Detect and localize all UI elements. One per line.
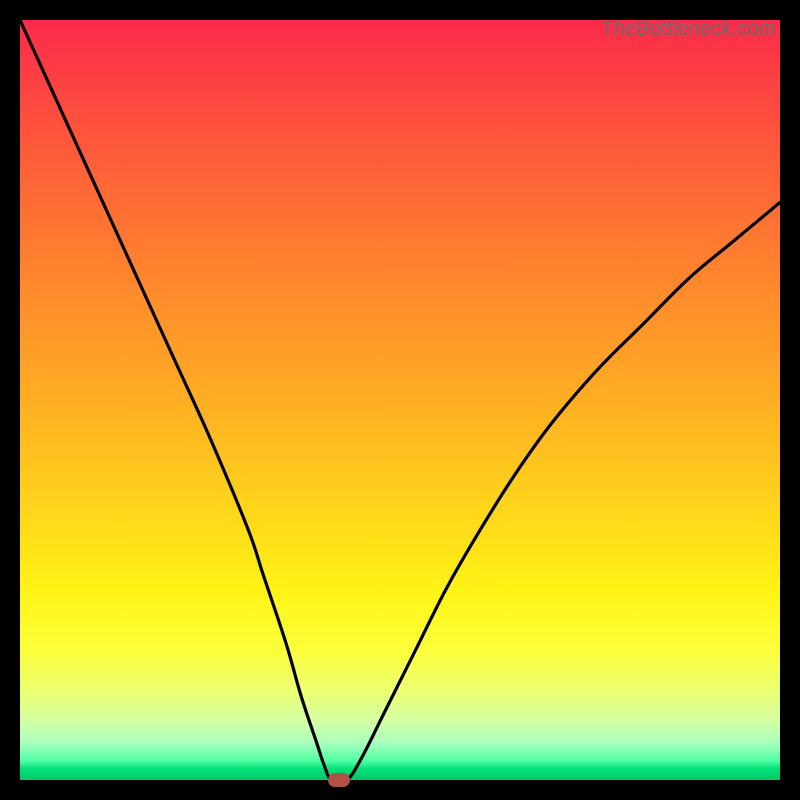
bottleneck-curve: [20, 20, 780, 780]
watermark-text: TheBottleneck.com: [601, 18, 776, 41]
optimal-marker: [328, 773, 350, 787]
chart-frame: TheBottleneck.com: [20, 20, 780, 780]
